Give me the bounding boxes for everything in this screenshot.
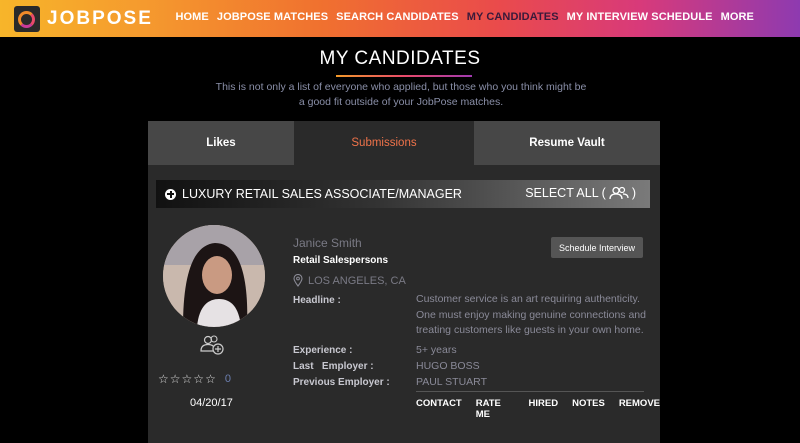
page-subtitle: This is not only a list of everyone who …	[215, 81, 587, 108]
logo-text: JOBPOSE	[47, 8, 153, 29]
schedule-interview-button[interactable]: Schedule Interview	[551, 237, 643, 258]
nav-jobpose-matches[interactable]: JOBPOSE MATCHES	[217, 11, 328, 23]
select-all-close: )	[631, 186, 636, 200]
headline-value: Customer service is an art requiring aut…	[416, 293, 646, 336]
nav-search-candidates[interactable]: SEARCH CANDIDATES	[336, 11, 459, 23]
rate-me-button[interactable]: RATE ME	[476, 398, 515, 420]
star-icon[interactable]: ☆	[205, 373, 216, 385]
experience-value: 5+ years	[416, 344, 457, 356]
group-icon	[609, 186, 629, 200]
star-icon[interactable]: ☆	[158, 373, 169, 385]
tab-resume-vault[interactable]: Resume Vault	[474, 121, 660, 165]
star-icon[interactable]: ☆	[170, 373, 181, 385]
remove-button[interactable]: REMOVE	[619, 398, 660, 420]
avatar-photo	[163, 225, 265, 327]
location-text: LOS ANGELES, CA	[308, 274, 406, 287]
star-icon[interactable]: ☆	[193, 373, 204, 385]
candidate-tabs: Likes Submissions Resume Vault	[148, 121, 660, 165]
last-employer-value: HUGO BOSS	[416, 360, 480, 372]
select-all-label: SELECT ALL (	[525, 186, 606, 200]
candidates-panel: Likes Submissions Resume Vault LUXURY RE…	[148, 121, 660, 443]
nav-home[interactable]: HOME	[175, 11, 208, 23]
submission-date: 04/20/17	[190, 397, 233, 409]
tab-likes[interactable]: Likes	[148, 121, 294, 165]
select-all-button[interactable]: SELECT ALL ( )	[525, 186, 636, 200]
contact-button[interactable]: CONTACT	[416, 398, 462, 420]
star-rating[interactable]: ☆ ☆ ☆ ☆ ☆ 0	[158, 373, 231, 385]
hired-button[interactable]: HIRED	[529, 398, 559, 420]
top-navigation-bar: JOBPOSE HOME JOBPOSE MATCHES SEARCH CAND…	[0, 0, 800, 37]
previous-employer-label: Previous Employer :	[293, 377, 390, 388]
job-title: LUXURY RETAIL SALES ASSOCIATE/MANAGER	[182, 187, 462, 201]
add-to-group-icon[interactable]	[199, 334, 225, 356]
expand-plus-icon[interactable]	[165, 188, 176, 200]
job-header-bar[interactable]: LUXURY RETAIL SALES ASSOCIATE/MANAGER SE…	[156, 180, 650, 208]
notes-button[interactable]: NOTES	[572, 398, 605, 420]
nav-my-interview-schedule[interactable]: MY INTERVIEW SCHEDULE	[567, 11, 713, 23]
last-employer-label: Last Employer :	[293, 361, 374, 372]
rating-count: 0	[224, 373, 231, 385]
logo-icon	[14, 6, 40, 32]
experience-label: Experience :	[293, 345, 353, 356]
candidate-name[interactable]: Janice Smith	[293, 236, 362, 250]
nav-more[interactable]: MORE	[721, 11, 754, 23]
candidate-role: Retail Salespersons	[293, 255, 389, 266]
previous-employer-value: PAUL STUART	[416, 376, 487, 388]
divider	[416, 391, 644, 392]
avatar[interactable]	[163, 225, 265, 327]
star-icon[interactable]: ☆	[182, 373, 193, 385]
candidate-location: LOS ANGELES, CA	[293, 274, 406, 287]
page-title: MY CANDIDATES	[319, 48, 481, 69]
main-nav: HOME JOBPOSE MATCHES SEARCH CANDIDATES M…	[175, 11, 754, 23]
candidate-actions: CONTACT RATE ME HIRED NOTES REMOVE	[416, 398, 660, 420]
headline-label: Headline :	[293, 295, 341, 306]
tab-submissions[interactable]: Submissions	[294, 121, 474, 165]
location-pin-icon	[293, 274, 303, 287]
logo[interactable]: JOBPOSE	[14, 6, 153, 32]
nav-my-candidates[interactable]: MY CANDIDATES	[467, 11, 559, 23]
title-underline	[336, 75, 472, 77]
